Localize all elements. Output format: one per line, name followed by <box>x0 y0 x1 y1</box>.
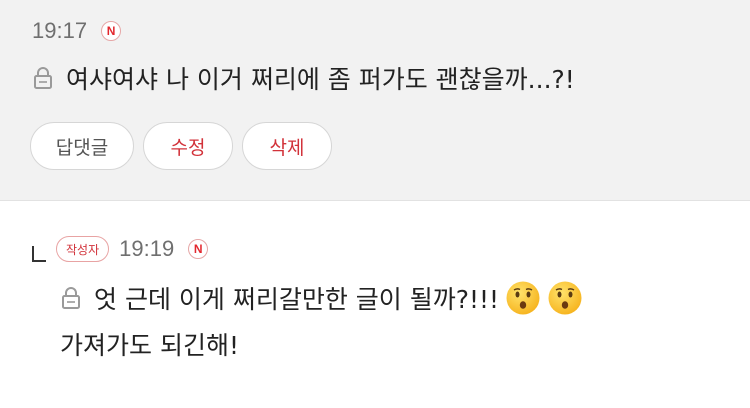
reply-text-line2: 가져가도 되긴해! <box>60 331 239 360</box>
comment-block: 19:17 N 여샤여샤 나 이거 쩌리에 좀 퍼가도 괜찮을까...?! 답댓… <box>0 0 750 200</box>
lock-icon <box>62 287 80 309</box>
naver-source-icon: N <box>101 21 122 41</box>
comment-time: 19:17 <box>32 18 88 43</box>
edit-button[interactable]: 수정 <box>143 122 233 170</box>
naver-source-icon: N <box>188 239 209 259</box>
delete-button[interactable]: 삭제 <box>242 122 332 170</box>
author-badge: 작성자 <box>56 236 110 262</box>
lock-icon <box>34 67 52 89</box>
comment-text-row: 여샤여샤 나 이거 쩌리에 좀 퍼가도 괜찮을까...?! <box>32 60 575 96</box>
hushed-face-icon <box>506 281 540 315</box>
comment-text: 여샤여샤 나 이거 쩌리에 좀 퍼가도 괜찮을까...?! <box>66 65 575 94</box>
reply-text-row: 엇 근데 이게 쩌리갈만한 글이 될까?!!! <box>60 280 583 316</box>
reply-meta: 작성자 19:19 N <box>56 236 209 262</box>
reply-arrow-icon <box>32 246 46 262</box>
reply-text-row-2: 가져가도 되긴해! <box>60 326 239 362</box>
reply-button[interactable]: 답댓글 <box>30 122 134 170</box>
reply-text-line1: 엇 근데 이게 쩌리갈만한 글이 될까?!!! <box>94 285 500 314</box>
reply-time: 19:19 <box>119 236 175 261</box>
comment-meta: 19:17 N <box>32 18 122 44</box>
hushed-face-icon <box>548 281 582 315</box>
